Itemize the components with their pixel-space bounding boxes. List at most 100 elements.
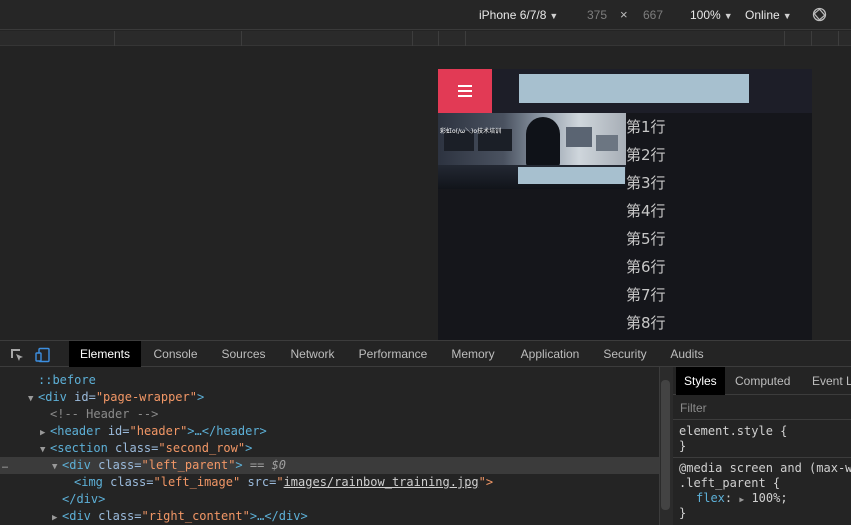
tab-styles[interactable]: Styles xyxy=(676,367,725,395)
selected-node-marker: == $0 xyxy=(249,458,287,472)
zoom-value: 100% xyxy=(690,8,721,22)
dom-node-comment[interactable]: <!-- Header --> xyxy=(0,406,659,423)
tab-performance[interactable]: Performance xyxy=(350,341,436,367)
device-screen: 彩虹o(/ω＼)o技术培训 第1行 第2行 第3行 第4行 第5行 第6行 第7… xyxy=(438,69,812,340)
tag-close: > xyxy=(245,441,253,455)
media-query-text[interactable]: @media screen and (max-w xyxy=(679,461,851,476)
triangle-right-icon[interactable]: ▶ xyxy=(739,495,744,504)
caret-down-icon: ▼ xyxy=(723,11,733,21)
left-image: 彩虹o(/ω＼)o技术培训 xyxy=(438,113,626,189)
comment-text: <!-- Header --> xyxy=(50,407,159,421)
list-item: 第7行 xyxy=(626,286,666,304)
media-query-bar xyxy=(0,31,851,46)
media-query-segment[interactable] xyxy=(438,31,439,46)
attribute-value: "page-wrapper" xyxy=(95,390,197,404)
tag-name: <img xyxy=(74,475,103,489)
monitor-shape xyxy=(596,135,618,151)
css-declaration[interactable]: flex: ▶ 100%; xyxy=(696,491,788,507)
attribute-name: src= xyxy=(247,475,277,489)
attribute-quote: " xyxy=(276,475,284,489)
elements-tree: ::before ▼ <div id="page-wrapper"> <!-- H… xyxy=(0,367,659,525)
attribute-name: class= xyxy=(110,475,154,489)
styles-filter-input[interactable]: Filter xyxy=(673,396,851,420)
dom-node-img[interactable]: <img class="left_image" src="images/rain… xyxy=(0,474,659,491)
tag-name: <div xyxy=(38,390,67,404)
device-select[interactable]: iPhone 6/7/8 ▼ xyxy=(479,8,558,23)
rotate-icon[interactable] xyxy=(812,7,827,22)
times-icon: × xyxy=(620,7,628,22)
tab-network[interactable]: Network xyxy=(281,341,344,367)
tab-computed[interactable]: Computed xyxy=(735,367,790,395)
zoom-select[interactable]: 100% ▼ xyxy=(690,8,733,23)
attribute-value: "left_parent" xyxy=(141,458,236,472)
hamburger-icon xyxy=(458,95,472,97)
media-query-segment[interactable] xyxy=(412,31,413,46)
close-brace: } xyxy=(679,439,687,453)
dom-node-div-close[interactable]: </div> xyxy=(0,491,659,508)
inspect-element-icon[interactable] xyxy=(9,347,25,363)
tag-name: <header xyxy=(50,424,101,438)
attribute-value: "left_image" xyxy=(153,475,241,489)
throttle-select[interactable]: Online ▼ xyxy=(745,8,792,23)
menu-button[interactable] xyxy=(438,69,492,113)
list-item: 第2行 xyxy=(626,146,666,164)
src-link[interactable]: images/rainbow_training.jpg xyxy=(284,475,479,489)
tag-close: >…</div> xyxy=(249,509,308,523)
tag-name: </div> xyxy=(62,492,106,506)
tab-audits[interactable]: Audits xyxy=(664,341,710,367)
image-caption: 彩虹o(/ω＼)o技术培训 xyxy=(440,128,502,135)
element-style-selector[interactable]: element.style { xyxy=(679,424,787,439)
rule-selector[interactable]: .left_parent { xyxy=(679,476,780,491)
media-query-segment[interactable] xyxy=(241,31,242,46)
tag-name: <div xyxy=(62,458,91,472)
tag-close: > xyxy=(235,458,243,472)
dom-node-left-parent[interactable]: … ▼ <div class="left_parent"> == $0 xyxy=(0,457,659,474)
image-label-placeholder xyxy=(518,167,625,184)
scrollbar-thumb[interactable] xyxy=(661,380,670,510)
tab-event-listeners[interactable]: Event L xyxy=(812,367,851,395)
tab-memory[interactable]: Memory xyxy=(443,341,503,367)
attribute-name: class= xyxy=(98,509,142,523)
tab-sources[interactable]: Sources xyxy=(212,341,275,367)
device-name: iPhone 6/7/8 xyxy=(479,8,547,22)
tag-name: <section xyxy=(50,441,108,455)
width-input[interactable]: 375 xyxy=(587,8,607,22)
media-query-segment[interactable] xyxy=(838,31,839,46)
media-query-segment[interactable] xyxy=(784,31,785,46)
dom-node-before[interactable]: ::before xyxy=(0,372,659,389)
tag-name: <div xyxy=(62,509,91,523)
media-query-segment[interactable] xyxy=(465,31,466,46)
tab-elements[interactable]: Elements xyxy=(69,341,141,367)
media-query-segment[interactable] xyxy=(114,31,115,46)
attribute-name: class= xyxy=(98,458,142,472)
caret-down-icon: ▼ xyxy=(782,11,792,21)
attribute-quote: "> xyxy=(478,475,494,489)
attribute-name: class= xyxy=(115,441,159,455)
tab-application[interactable]: Application xyxy=(510,341,590,367)
list-item: 第3行 xyxy=(626,174,666,192)
hamburger-icon xyxy=(458,85,472,87)
hamburger-icon xyxy=(458,90,472,92)
list-item: 第8行 xyxy=(626,314,666,332)
attribute-name: id= xyxy=(107,424,130,438)
height-input[interactable]: 667 xyxy=(643,8,663,22)
media-query-segment[interactable] xyxy=(811,31,812,46)
attribute-name: id= xyxy=(74,390,96,404)
site-header xyxy=(438,69,812,113)
dom-node-right-content[interactable]: ▶ <div class="right_content">…</div> xyxy=(0,508,659,525)
tab-console[interactable]: Console xyxy=(144,341,207,367)
more-actions-icon[interactable]: … xyxy=(2,457,8,474)
css-value: 100%; xyxy=(751,491,788,505)
person-silhouette xyxy=(526,117,560,167)
dom-node-header[interactable]: ▶ <header id="header">…</header> xyxy=(0,423,659,440)
device-toggle-icon[interactable] xyxy=(35,347,51,363)
triangle-right-icon[interactable]: ▶ xyxy=(52,510,62,525)
list-item: 第1行 xyxy=(626,118,666,136)
dom-node-section[interactable]: ▼ <section class="second_row"> xyxy=(0,440,659,457)
styles-pane: Styles Computed Event L Filter element.s… xyxy=(673,367,851,525)
dom-node-page-wrapper[interactable]: ▼ <div id="page-wrapper"> xyxy=(0,389,659,406)
tab-security[interactable]: Security xyxy=(595,341,655,367)
devtools-tab-bar: Elements Console Sources Network Perform… xyxy=(0,340,851,367)
throttle-value: Online xyxy=(745,8,780,22)
monitor-shape xyxy=(566,127,592,147)
